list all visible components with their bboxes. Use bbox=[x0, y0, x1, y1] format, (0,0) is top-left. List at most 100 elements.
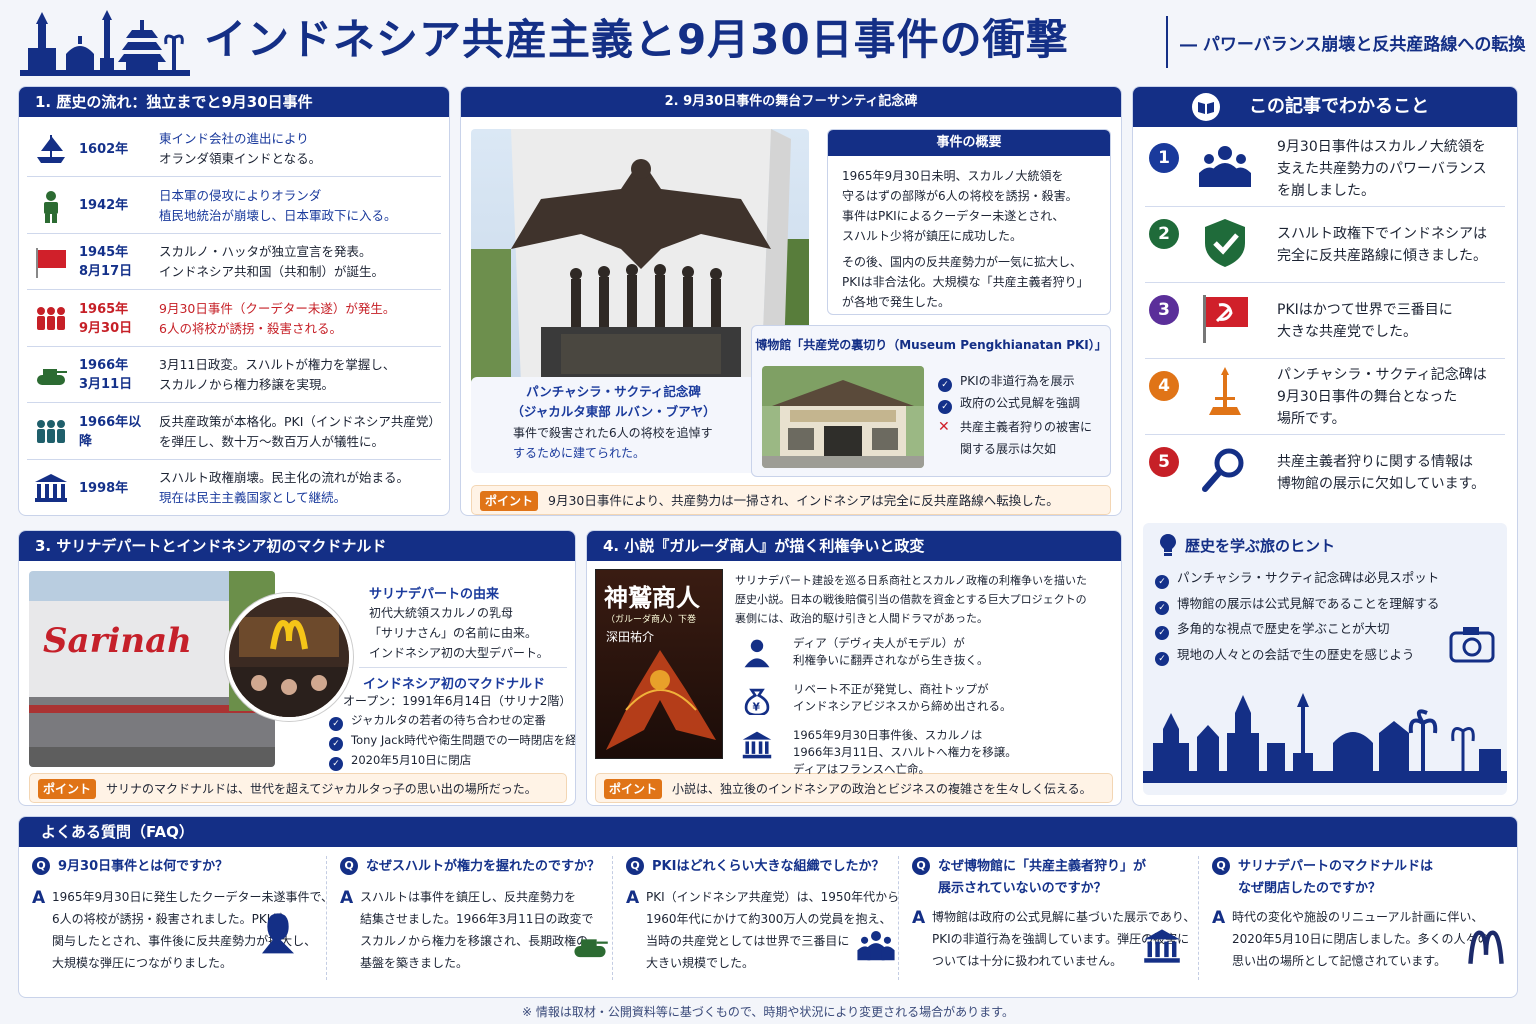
money-bag-icon: ¥ bbox=[744, 688, 770, 717]
camera-icon bbox=[1449, 627, 1495, 663]
svg-text:¥: ¥ bbox=[753, 701, 761, 714]
tank-icon bbox=[37, 369, 67, 385]
museum-cross-cont: 関する展示は欠如 bbox=[960, 442, 1057, 456]
tip-item: ✓ 博物館の展示は公式見解であることを理解する bbox=[1155, 591, 1439, 617]
group-icon bbox=[1199, 146, 1251, 187]
faq-divider bbox=[1198, 856, 1199, 980]
novel-item-text: リベート不正が発覚し、商社トップが インドネシアビジネスから締め出される。 bbox=[793, 682, 1012, 713]
faq-question: Q 9月30日事件とは何ですか？ bbox=[32, 856, 310, 878]
sarinah-sign: Sarinah bbox=[43, 621, 192, 661]
summary-item-text: スハルト政権下でインドネシアは 完全に反共産路線に傾きました。 bbox=[1277, 226, 1487, 264]
summary-item-text: 9月30日事件はスカルノ大統領を 支えた共産勢力のパワーバランス を崩しました。 bbox=[1277, 139, 1487, 199]
summary-item-text: 共産主義者狩りに関する情報は 博物館の展示に欠如しています。 bbox=[1277, 454, 1486, 492]
cross-icon: ✕ bbox=[938, 419, 950, 435]
timeline-year: 1965年 9月30日 bbox=[79, 301, 133, 336]
mcd-heading: インドネシア初のマクドナルド bbox=[363, 677, 546, 692]
check-icon: ✓ bbox=[1155, 626, 1169, 640]
check-icon: ✓ bbox=[329, 717, 343, 731]
group-icon bbox=[857, 931, 895, 961]
faq-divider bbox=[612, 856, 613, 980]
novel-plot-item: ディア（デヴィ夫人がモデル）が 利権争いに翻弄されながら生き抜く。 bbox=[737, 633, 1107, 679]
check-icon: ✓ bbox=[1155, 575, 1169, 589]
faq-item: Q サリナデパートのマクドナルドは なぜ閉店したのですか？ A 時代の変化や施設のリニュ… bbox=[1212, 856, 1504, 980]
answer-icon: A bbox=[912, 908, 926, 928]
book-icon bbox=[1192, 93, 1220, 121]
magnifier-icon bbox=[1202, 448, 1244, 492]
question-icon: Q bbox=[340, 857, 358, 875]
novel-intro: サリナデパート建設を巡る日系商社とスカルノ政権の利権争いを描いた 歴史小説。日本… bbox=[735, 574, 1087, 625]
summary-item-number: 3 bbox=[1149, 295, 1179, 325]
timeline-icon-wrap bbox=[33, 357, 69, 393]
timeline-text: 反共産政策が本格化。PKI（インドネシア共産党） を弾圧し、数十万〜数百万人が犠牲… bbox=[159, 413, 441, 449]
summary-item-text: PKIはかつて世界で三番目に 大きな共産党でした。 bbox=[1277, 302, 1453, 340]
summary-item-icon bbox=[1197, 139, 1253, 195]
monument-caption-text2: するために建てられた。 bbox=[513, 446, 646, 460]
timeline-text: 3月11日政変。スハルトが権力を掌握し、 スカルノから権力移譲を実現。 bbox=[159, 357, 396, 392]
timeline-row: 1945年 8月17日 スカルノ・ハッタが独立宣言を発表。 インドネシア共和国（共和制… bbox=[27, 234, 441, 290]
novel-item-text: ディア（デヴィ夫人がモデル）が 利権争いに翻弄されながら生き抜く。 bbox=[793, 636, 989, 667]
faq-item: Q なぜ博物館に「共産主義者狩り」が 展示されていないのですか？ A 博物館は政府の公式… bbox=[912, 856, 1195, 980]
mcd-checklist: ✓ ジャカルタの若者の待ち合わせの定番 ✓ Tony Jack時代や衛生問題での一時… bbox=[329, 711, 575, 771]
faq-illustration bbox=[1142, 926, 1182, 970]
shield-check-icon bbox=[1205, 219, 1245, 267]
question-icon: Q bbox=[912, 857, 930, 875]
point-text: サリナのマクドナルドは、世代を超えてジャカルタっ子の思い出の場所だった。 bbox=[106, 782, 537, 796]
sarinah-divider bbox=[359, 667, 567, 668]
museum-check-1: ✓ PKIの非道行為を展示 bbox=[938, 370, 1092, 392]
point-label: ポイント bbox=[480, 491, 538, 511]
point-label: ポイント bbox=[38, 779, 96, 799]
building-icon bbox=[35, 474, 67, 502]
answer-icon: A bbox=[32, 888, 46, 908]
faq-illustration bbox=[254, 908, 302, 960]
monument-caption: パンチャシラ・サクティ記念碑 （ジャカルタ東部 ルバン・ブアヤ） 事件で殺害され… bbox=[471, 377, 756, 473]
mcdonalds-icon bbox=[1468, 930, 1504, 964]
timeline-icon-wrap bbox=[33, 131, 69, 167]
novel-item-icon: ¥ bbox=[741, 683, 773, 719]
sarinah-heading: 3. サリナデパートとインドネシア初のマクドナルド bbox=[19, 531, 575, 561]
mcdonalds-photo bbox=[225, 593, 353, 721]
page-subtitle: ― パワーバランス崩壊と反共産路線への転換 bbox=[1180, 35, 1526, 55]
check-icon: ✓ bbox=[329, 737, 343, 751]
faq-answer: スハルトは事件を鎮圧し、反共産勢力を 結集させました。1966年3月11日の政変で… bbox=[360, 890, 594, 970]
summary-item-icon bbox=[1197, 215, 1253, 271]
header: インドネシア共産主義と9月30日事件の衝撃 ― パワーバランス崩壊と反共産路線へ… bbox=[0, 0, 1536, 84]
book-title: 神鷲商人 bbox=[604, 583, 700, 612]
answer-icon: A bbox=[626, 888, 640, 908]
faq-answer: 時代の変化や施設のリニューアル計画に伴い、 2020年5月10日に閉店しました。多… bbox=[1232, 910, 1490, 968]
summary-item: 4 パンチャシラ・サクティ記念碑は 9月30日事件の舞台となった 場所です。 bbox=[1145, 359, 1505, 435]
summary-item-icon bbox=[1197, 443, 1253, 499]
mcd-check: ✓ ジャカルタの若者の待ち合わせの定番 bbox=[329, 711, 575, 731]
timeline-year: 1966年以降 bbox=[79, 414, 142, 449]
question-icon: Q bbox=[626, 857, 644, 875]
monument-icon bbox=[1209, 367, 1241, 415]
jakarta-skyline-icon bbox=[20, 10, 190, 76]
question-icon: Q bbox=[32, 857, 50, 875]
novel-item-icon bbox=[741, 637, 773, 673]
footer-note: ※ 情報は取材・公開資料等に基づくもので、時期や状況により変更される場合がありま… bbox=[522, 1005, 1014, 1019]
ship-icon bbox=[37, 135, 65, 163]
answer-icon: A bbox=[1212, 908, 1226, 928]
monument-heading: 2. 9月30日事件の舞台フ－サンティ記念碑 bbox=[461, 87, 1121, 117]
summary-heading: この記事でわかること bbox=[1249, 96, 1429, 117]
summary-item-number: 4 bbox=[1149, 371, 1179, 401]
novel-item-icon bbox=[741, 729, 773, 765]
monument-caption-text1: 事件で殺害された6人の将校を追悼す bbox=[513, 426, 713, 440]
timeline-text: 9月30日事件（クーデター未遂）が発生。 6人の将校が誘拐・殺害される。 bbox=[159, 300, 396, 336]
sarinah-origin-text: 初代大統領スカルノの乳母 「サリナさん」の名前に由来。 インドネシア初の大型デパ… bbox=[369, 606, 549, 660]
timeline-row: 1942年 日本軍の侵攻によりオランダ 植民地統治が崩壊し、日本軍政下に入る。 bbox=[27, 178, 441, 234]
faq-illustration bbox=[856, 926, 896, 970]
tips-list: ✓ パンチャシラ・サクティ記念碑は必見スポット ✓ 博物館の展示は公式見解であること… bbox=[1155, 565, 1439, 667]
timeline-panel: 1. 歴史の流れ：独立までと9月30日事件 1602年 東インド会社の進出によりオ… bbox=[18, 86, 450, 516]
soldier-icon bbox=[44, 190, 58, 223]
timeline-text: スカルノ・ハッタが独立宣言を発表。 インドネシア共和国（共和制）が誕生。 bbox=[159, 244, 385, 279]
tip-item: ✓ 現地の人々との会話で生の歴史を感じよう bbox=[1155, 642, 1439, 668]
summary-item: 3 PKIはかつて世界で三番目に 大きな共産党でした。 bbox=[1145, 283, 1505, 359]
faq-question: Q なぜスハルトが権力を握れたのですか？ bbox=[340, 856, 618, 878]
summary-item-number: 2 bbox=[1149, 219, 1179, 249]
faq-question: Q なぜ博物館に「共産主義者狩り」が 展示されていないのですか？ bbox=[912, 856, 1190, 900]
faq-item: Q なぜスハルトが権力を握れたのですか？ A スハルトは事件を鎮圧し、反共産勢力を 結集… bbox=[340, 856, 618, 980]
summary-item-icon bbox=[1197, 291, 1253, 347]
timeline-year: 1942年 bbox=[79, 198, 129, 213]
tips-box: 歴史を学ぶ旅のヒント ✓ パンチャシラ・サクティ記念碑は必見スポット ✓ 博物館の展… bbox=[1143, 523, 1507, 795]
book-subtitle: （ガルーダ商人）下巻 bbox=[606, 615, 697, 625]
